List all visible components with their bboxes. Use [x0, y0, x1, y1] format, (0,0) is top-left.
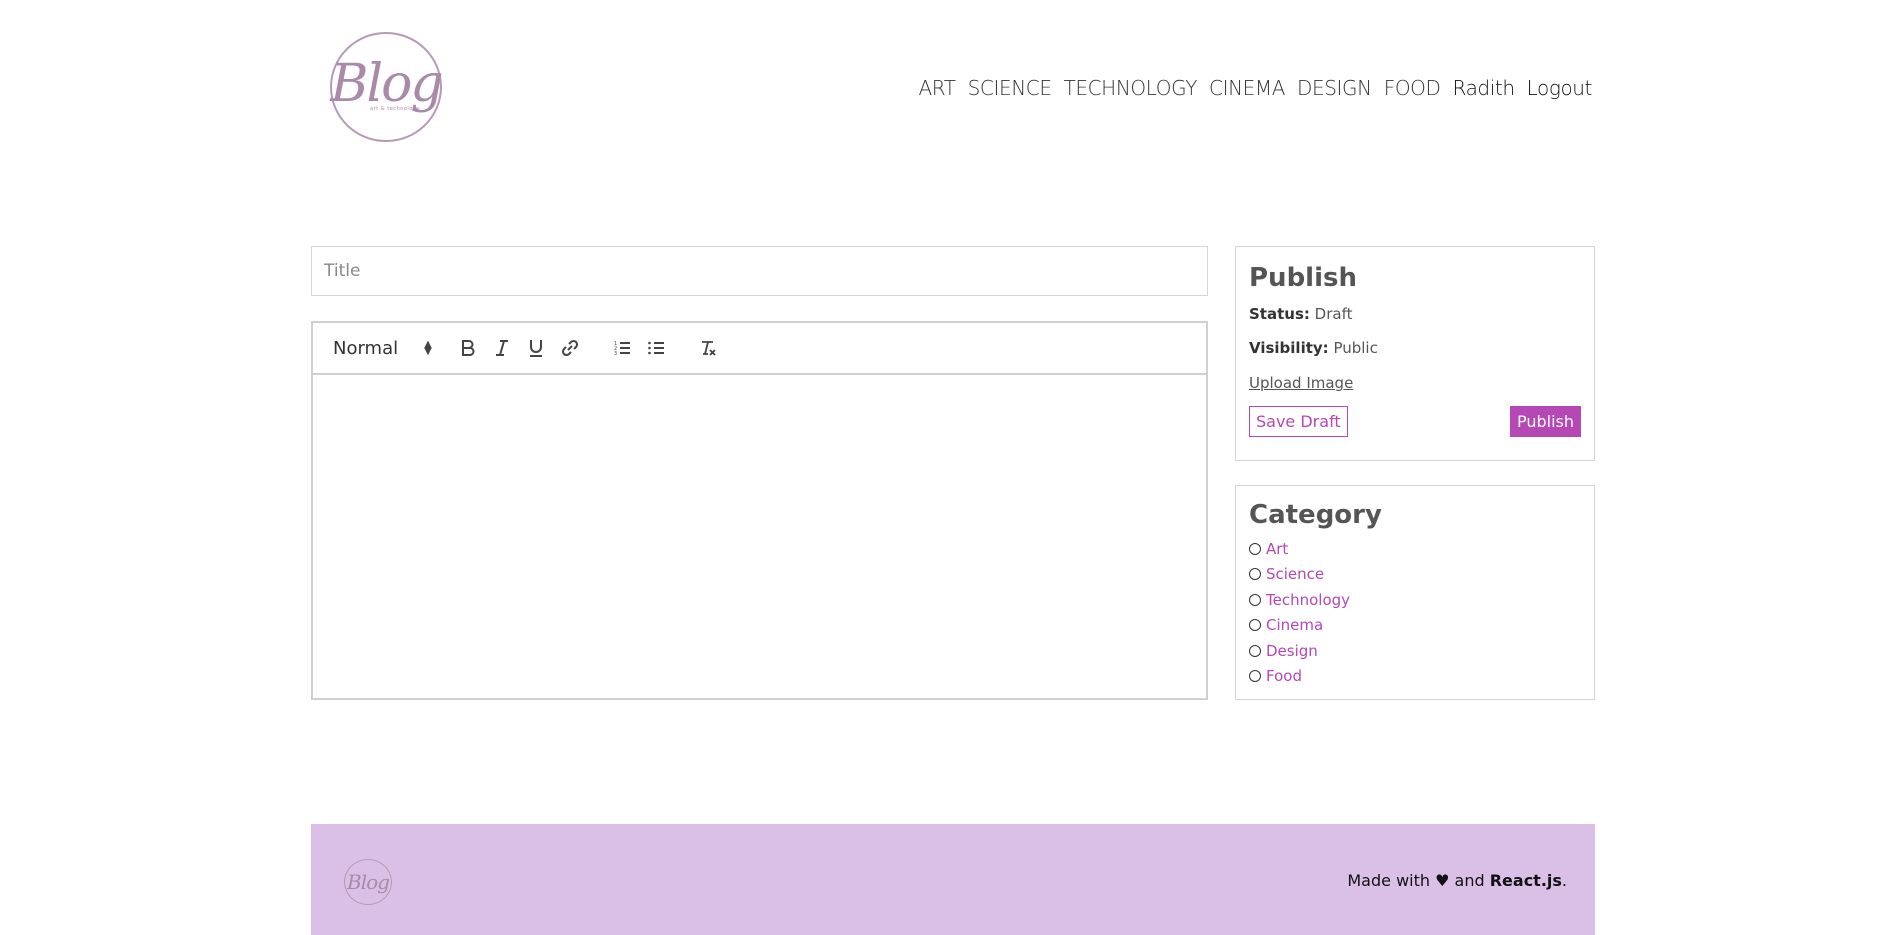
nav-link-design[interactable]: DESIGN — [1297, 76, 1372, 100]
ordered-list-icon: 1 2 3 — [614, 341, 630, 357]
footer: Blog Made with ♥ and React.js. — [311, 824, 1595, 935]
react-text: React.js — [1489, 871, 1562, 890]
category-label: Technology — [1266, 590, 1351, 609]
bullet-list-icon — [648, 341, 664, 355]
page: Blog art & technology ART SCIENCE TECHNO… — [0, 0, 1897, 935]
category-option-food[interactable]: Food — [1249, 664, 1581, 690]
heading-select-value: Normal — [333, 337, 399, 359]
category-option-science[interactable]: Science — [1249, 562, 1581, 588]
publish-panel: Publish Status: Draft Visibility: Public… — [1235, 246, 1595, 461]
category-option-design[interactable]: Design — [1249, 638, 1581, 664]
nav-link-technology[interactable]: TECHNOLOGY — [1064, 76, 1198, 100]
bold-icon — [462, 340, 475, 356]
logo-subtext: art & technology — [370, 106, 420, 112]
italic-button[interactable] — [485, 334, 519, 362]
category-label: Design — [1266, 641, 1318, 660]
radio-icon[interactable] — [1249, 542, 1261, 555]
footer-logo: Blog — [344, 859, 392, 905]
user-name[interactable]: Radith — [1453, 76, 1515, 100]
blog-logo[interactable]: Blog art & technology — [330, 32, 444, 142]
nav-link-science[interactable]: SCIENCE — [968, 76, 1052, 100]
link-button[interactable] — [553, 334, 587, 362]
publish-heading: Publish — [1249, 263, 1357, 293]
rich-text-editor: Normal ▲ ▼ 1 2 3 — [311, 321, 1208, 700]
category-panel: Category Art Science Technology Cinema D… — [1235, 485, 1595, 700]
visibility-label: Visibility: — [1249, 339, 1329, 357]
category-label: Science — [1266, 565, 1325, 584]
made-with-text: Made with ♥ and — [1347, 871, 1490, 890]
category-label: Cinema — [1266, 616, 1324, 635]
svg-text:3: 3 — [614, 351, 617, 357]
radio-icon[interactable] — [1249, 644, 1261, 657]
publish-actions: Save Draft Publish — [1249, 406, 1581, 437]
visibility-row: Visibility: Public — [1249, 339, 1581, 357]
category-option-technology[interactable]: Technology — [1249, 587, 1581, 613]
link-icon — [561, 339, 579, 357]
category-option-art[interactable]: Art — [1249, 536, 1581, 562]
clear-format-icon — [702, 341, 716, 356]
category-heading: Category — [1249, 500, 1382, 530]
select-arrows-icon: ▲ ▼ — [424, 339, 432, 357]
underline-icon — [530, 340, 542, 357]
logo-text: Blog — [330, 54, 443, 114]
visibility-value: Public — [1333, 339, 1378, 357]
clear-format-button[interactable] — [691, 334, 725, 362]
underline-button[interactable] — [519, 334, 553, 362]
nav-link-art[interactable]: ART — [918, 76, 956, 100]
radio-icon[interactable] — [1249, 670, 1261, 683]
ordered-list-button[interactable]: 1 2 3 — [605, 334, 639, 362]
radio-icon[interactable] — [1249, 593, 1261, 606]
category-label: Food — [1266, 667, 1302, 686]
category-option-cinema[interactable]: Cinema — [1249, 613, 1581, 639]
bold-button[interactable] — [451, 334, 485, 362]
radio-icon[interactable] — [1249, 568, 1261, 581]
status-row: Status: Draft — [1249, 305, 1581, 323]
editor-content-area[interactable] — [313, 375, 1206, 698]
status-label: Status: — [1249, 305, 1310, 323]
footer-period: . — [1561, 871, 1567, 890]
italic-icon — [496, 340, 508, 356]
category-label: Art — [1266, 539, 1289, 558]
save-draft-button[interactable]: Save Draft — [1249, 406, 1348, 437]
heading-select[interactable]: Normal ▲ ▼ — [333, 338, 451, 359]
nav-link-food[interactable]: FOOD — [1384, 76, 1441, 100]
upload-image-link[interactable]: Upload Image — [1249, 374, 1353, 392]
main-nav: ART SCIENCE TECHNOLOGY CINEMA DESIGN FOO… — [918, 76, 1592, 100]
status-value: Draft — [1314, 305, 1353, 323]
logout-link[interactable]: Logout — [1527, 76, 1593, 100]
title-input[interactable] — [311, 246, 1208, 296]
nav-link-cinema[interactable]: CINEMA — [1209, 76, 1285, 100]
footer-logo-text: Blog — [347, 870, 390, 894]
publish-button[interactable]: Publish — [1509, 406, 1581, 437]
bullet-list-button[interactable] — [639, 334, 673, 362]
radio-icon[interactable] — [1249, 619, 1261, 632]
footer-credit: Made with ♥ and React.js. — [1347, 871, 1567, 890]
editor-toolbar: Normal ▲ ▼ 1 2 3 — [313, 323, 1206, 375]
